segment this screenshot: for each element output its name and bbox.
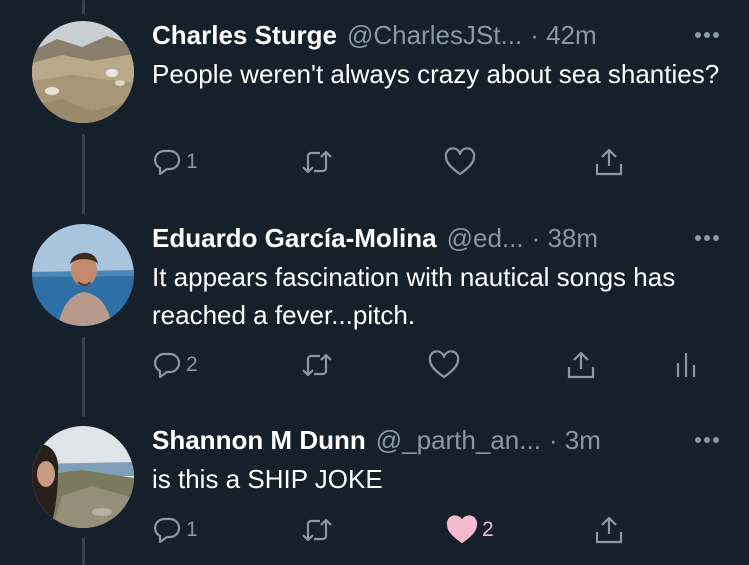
reply-icon [152,515,182,545]
retweet-icon [300,147,334,177]
tweet-header: Charles Sturge @CharlesJSt... · 42m [152,17,727,53]
like-count: 2 [482,518,494,541]
tweet-header: Shannon M Dunn @_parth_an... · 3m [152,422,727,458]
timestamp[interactable]: · 3m [549,422,601,458]
tweet-text: People weren't always crazy about sea sh… [152,59,720,89]
tweet-text: is this a SHIP JOKE [152,464,383,494]
share-button[interactable] [594,144,624,180]
reply-thread: Charles Sturge @CharlesJSt... · 42m Peop… [0,0,749,565]
share-icon [594,146,624,178]
author-name[interactable]: Eduardo García-Molina [152,220,437,256]
avatar[interactable] [32,426,134,528]
tweet-actions: 2 [152,347,712,383]
author-handle[interactable]: @CharlesJSt... [347,17,522,53]
tweet-header: Eduardo García-Molina @ed... · 38m [152,220,727,256]
tweet-actions: 1 2 [152,512,712,548]
retweet-button[interactable] [300,347,334,383]
more-icon[interactable] [687,17,727,53]
share-icon [594,514,624,546]
like-icon [444,147,476,177]
tweet-text: It appears fascination with nautical son… [152,262,676,330]
retweet-icon [300,515,334,545]
avatar[interactable] [32,21,134,123]
thread-line [82,0,85,14]
author-name[interactable]: Charles Sturge [152,17,337,53]
like-icon [428,350,460,380]
author-handle[interactable]: @_parth_an... [376,422,541,458]
avatar[interactable] [32,224,134,326]
analytics-button[interactable] [674,347,698,383]
timestamp[interactable]: · 42m [530,17,596,53]
more-icon[interactable] [687,422,727,458]
analytics-icon [674,349,698,381]
tweet[interactable]: Charles Sturge @CharlesJSt... · 42m Peop… [0,17,749,207]
retweet-icon [300,350,334,380]
reply-count: 2 [186,353,198,376]
more-icon[interactable] [687,220,727,256]
share-button[interactable] [594,512,624,548]
like-button[interactable] [428,347,460,383]
reply-button[interactable]: 2 [152,347,198,383]
share-button[interactable] [566,347,596,383]
reply-button[interactable]: 1 [152,144,198,180]
author-name[interactable]: Shannon M Dunn [152,422,366,458]
tweet-actions: 1 [152,144,712,180]
retweet-button[interactable] [300,512,334,548]
author-handle[interactable]: @ed... [447,220,524,256]
tweet[interactable]: Shannon M Dunn @_parth_an... · 3m is thi… [0,422,749,565]
retweet-button[interactable] [300,144,334,180]
timestamp[interactable]: · 38m [532,220,598,256]
reply-icon [152,147,182,177]
like-button[interactable] [444,144,476,180]
share-icon [566,349,596,381]
reply-count: 1 [186,150,198,173]
reply-count: 1 [186,518,198,541]
reply-button[interactable]: 1 [152,512,198,548]
like-button[interactable]: 2 [446,512,494,548]
tweet[interactable]: Eduardo García-Molina @ed... · 38m It ap… [0,220,749,410]
reply-icon [152,350,182,380]
like-icon [446,515,478,545]
